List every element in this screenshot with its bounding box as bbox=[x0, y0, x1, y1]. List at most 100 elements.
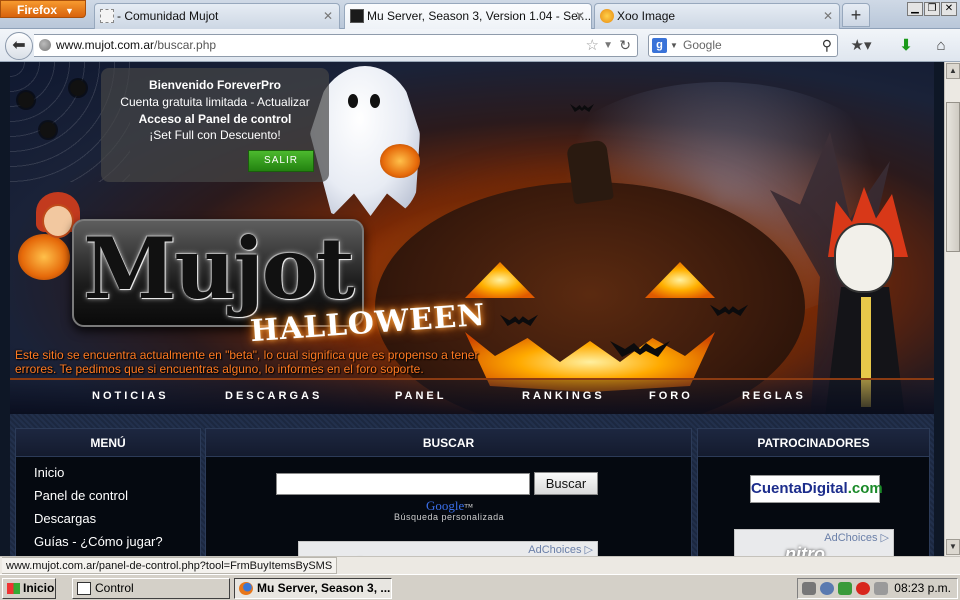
adchoices-icon: ▷ bbox=[880, 532, 889, 544]
google-logo-text: Google bbox=[426, 498, 465, 513]
close-tab-icon[interactable]: ✕ bbox=[323, 4, 333, 28]
scroll-up-icon[interactable]: ▲ bbox=[946, 63, 960, 79]
pumpkin-eye-left bbox=[465, 262, 535, 298]
small-pumpkin-image bbox=[380, 144, 420, 178]
nav-descargas[interactable]: DESCARGAS bbox=[225, 390, 322, 402]
search-panel-title: BUSCAR bbox=[206, 429, 691, 457]
ghost-eye bbox=[348, 94, 358, 108]
url-history-dropdown-icon[interactable]: ▼ bbox=[603, 35, 613, 56]
taskbar-clock[interactable]: 08:23 p.m. bbox=[894, 579, 951, 598]
xoo-favicon-icon bbox=[600, 9, 614, 23]
adchoices-icon: ▷ bbox=[584, 544, 593, 556]
nav-panel[interactable]: PANEL bbox=[395, 390, 446, 402]
navigation-toolbar: ⬅ www.mujot.com.ar/buscar.php ☆ ▼ ↻ g ▼ … bbox=[0, 29, 960, 62]
google-engine-icon[interactable]: g bbox=[652, 38, 667, 53]
spider-decoration bbox=[18, 92, 34, 108]
bookmarks-menu-icon[interactable]: ★▾ bbox=[850, 35, 872, 57]
bat-decoration bbox=[570, 104, 594, 112]
site-search-button[interactable]: Buscar bbox=[534, 472, 598, 495]
account-upgrade-link[interactable]: Cuenta gratuita limitada - Actualizar bbox=[101, 95, 329, 109]
bookmark-star-icon[interactable]: ☆ bbox=[586, 35, 599, 56]
download-arrow-icon[interactable]: ⬇ bbox=[895, 35, 917, 57]
nav-foro[interactable]: FORO bbox=[649, 390, 693, 402]
cuentadigital-sponsor-logo[interactable]: CuentaDigital.com bbox=[750, 475, 883, 503]
start-button[interactable]: Inicio bbox=[2, 578, 56, 599]
nitro-sponsor-ad[interactable]: AdChoices ▷ nitro bbox=[734, 529, 894, 556]
adchoices-label[interactable]: AdChoices ▷ bbox=[528, 543, 593, 556]
menu-panel-title: MENÚ bbox=[16, 429, 200, 457]
search-icon[interactable]: ⚲ bbox=[822, 35, 832, 56]
nav-noticias[interactable]: NOTICIAS bbox=[92, 390, 169, 402]
chevron-down-icon: ▼ bbox=[65, 6, 74, 16]
tray-storage-icon[interactable] bbox=[874, 582, 888, 595]
firefox-menu-button[interactable]: Firefox ▼ bbox=[0, 0, 86, 18]
main-navigation: NOTICIAS DESCARGAS PANEL RANKINGS FORO R… bbox=[10, 378, 934, 414]
tray-monitor-icon[interactable] bbox=[820, 582, 834, 595]
url-path: /buscar.php bbox=[154, 38, 217, 52]
adchoices-text: AdChoices bbox=[528, 544, 582, 556]
windows-taskbar: Inicio Control Mu Server, Season 3, ... … bbox=[0, 574, 960, 600]
tab-xoo-image[interactable]: Xoo Image ✕ bbox=[594, 3, 840, 29]
tray-app-icon[interactable] bbox=[838, 582, 852, 595]
google-tm: ™ bbox=[464, 502, 474, 512]
blank-page-icon bbox=[100, 9, 114, 23]
login-panel: Bienvenido ForeverPro Cuenta gratuita li… bbox=[101, 68, 329, 182]
menu-item-descargas[interactable]: Descargas bbox=[34, 511, 96, 526]
tray-alert-icon[interactable] bbox=[856, 582, 870, 595]
status-link-url: www.mujot.com.ar/panel-de-control.php?to… bbox=[2, 557, 338, 574]
taskbar-button-firefox[interactable]: Mu Server, Season 3, ... bbox=[234, 578, 392, 599]
sponsor-name: CuentaDigital bbox=[751, 480, 848, 497]
nav-rankings[interactable]: RANKINGS bbox=[522, 390, 605, 402]
status-bar: www.mujot.com.ar/panel-de-control.php?to… bbox=[0, 556, 960, 574]
sponsor-tld: .com bbox=[847, 480, 883, 497]
url-bar[interactable]: www.mujot.com.ar/buscar.php ☆ ▼ ↻ bbox=[34, 34, 638, 57]
menu-item-inicio[interactable]: Inicio bbox=[34, 465, 64, 480]
windows-logo-icon bbox=[7, 583, 20, 594]
tab-title: - Comunidad Mujot bbox=[117, 9, 219, 23]
engine-dropdown-icon[interactable]: ▼ bbox=[670, 35, 678, 56]
close-tab-icon[interactable]: ✕ bbox=[823, 4, 833, 28]
search-placeholder: Google bbox=[683, 38, 722, 52]
mu-favicon-icon bbox=[350, 9, 364, 23]
tab-mu-server[interactable]: Mu Server, Season 3, Version 1.04 - Ser.… bbox=[344, 3, 592, 30]
page-viewport: Bienvenido ForeverPro Cuenta gratuita li… bbox=[0, 62, 944, 556]
menu-panel: MENÚ Inicio Panel de control Descargas G… bbox=[15, 428, 201, 556]
scroll-down-icon[interactable]: ▼ bbox=[946, 539, 960, 555]
home-icon[interactable]: ⌂ bbox=[930, 35, 952, 57]
close-window-icon[interactable]: ✕ bbox=[941, 2, 957, 16]
site-search-input[interactable] bbox=[276, 473, 530, 495]
start-label: Inicio bbox=[23, 581, 55, 595]
new-tab-button[interactable]: + bbox=[842, 3, 870, 27]
google-custom-search-label: Búsqueda personalizada bbox=[394, 512, 505, 522]
firefox-menu-label: Firefox bbox=[17, 3, 58, 17]
globe-icon bbox=[39, 39, 51, 51]
halloween-header-banner: Bienvenido ForeverPro Cuenta gratuita li… bbox=[10, 62, 934, 414]
url-host: www.mujot.com.ar bbox=[56, 38, 155, 52]
system-tray: 08:23 p.m. bbox=[797, 578, 958, 599]
web-search-box[interactable]: g ▼ Google ⚲ bbox=[648, 34, 838, 57]
vertical-scrollbar[interactable]: ▲ ▼ bbox=[944, 62, 960, 556]
welcome-text: Bienvenido ForeverPro bbox=[148, 78, 282, 92]
witch-face bbox=[42, 204, 74, 238]
reload-icon[interactable]: ↻ bbox=[619, 35, 631, 56]
adchoices-label[interactable]: AdChoices ▷ bbox=[824, 531, 889, 544]
spider-decoration bbox=[40, 122, 56, 138]
menu-item-guias[interactable]: Guías - ¿Cómo jugar? bbox=[34, 534, 163, 549]
back-button[interactable]: ⬅ bbox=[5, 32, 33, 60]
scroll-thumb[interactable] bbox=[946, 102, 960, 252]
taskbar-button-control[interactable]: Control bbox=[72, 578, 230, 599]
restore-window-icon[interactable]: ❐ bbox=[924, 2, 940, 16]
tray-network-icon[interactable] bbox=[802, 582, 816, 595]
menu-item-panel-de-control[interactable]: Panel de control bbox=[34, 488, 128, 503]
tab-comunidad[interactable]: - Comunidad Mujot ✕ bbox=[94, 3, 340, 29]
tab-title: Xoo Image bbox=[617, 9, 676, 23]
logout-button[interactable]: SALIR bbox=[248, 150, 314, 172]
nitro-ad-banner[interactable]: AdChoices ▷ nitro bbox=[298, 541, 598, 556]
close-tab-icon[interactable]: ✕ bbox=[575, 4, 585, 28]
pumpkin-stem bbox=[566, 139, 614, 205]
control-panel-link[interactable]: Acceso al Panel de control bbox=[101, 112, 329, 126]
nav-reglas[interactable]: REGLAS bbox=[742, 390, 806, 402]
discount-link[interactable]: ¡Set Full con Descuento! bbox=[101, 128, 329, 142]
minimize-window-icon[interactable]: ▁ bbox=[907, 2, 923, 16]
spider-decoration bbox=[70, 80, 86, 96]
